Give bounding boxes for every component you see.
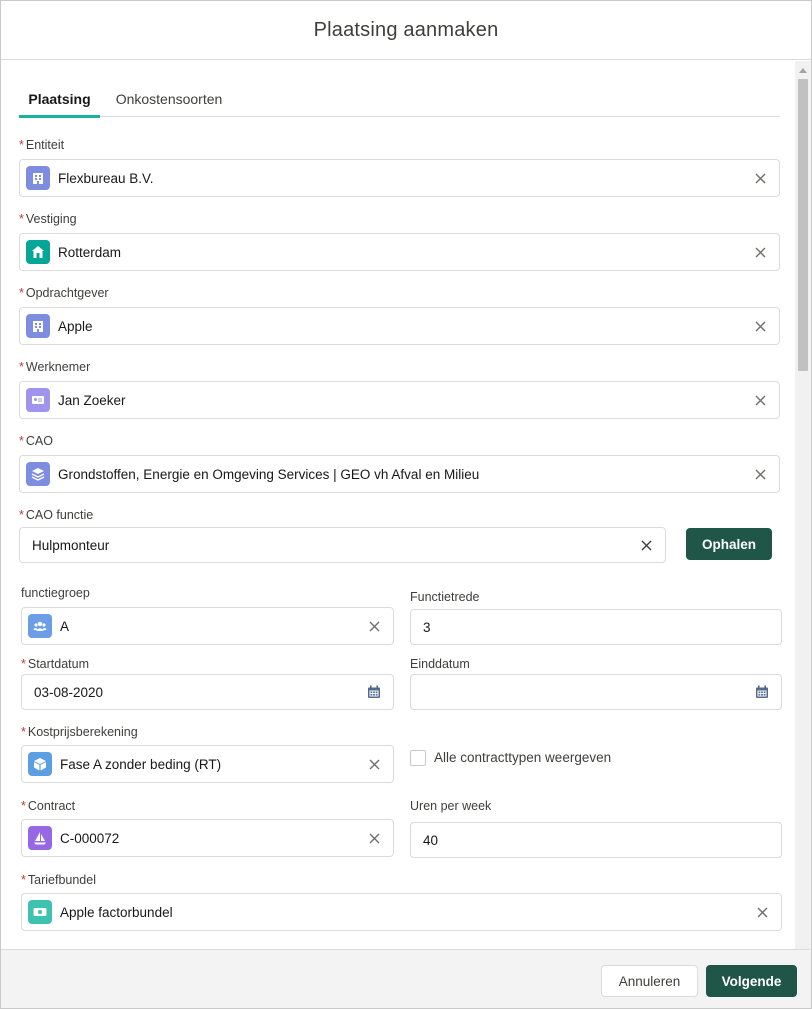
box-icon	[28, 752, 52, 776]
clear-icon[interactable]	[753, 245, 767, 259]
building-icon	[26, 166, 50, 190]
functiegroep-value: A	[60, 618, 70, 634]
modal-header: Plaatsing aanmaken	[1, 1, 811, 60]
modal-footer: Annuleren Volgende	[1, 949, 811, 1008]
home-icon	[26, 240, 50, 264]
uren-per-week-input[interactable]: 40	[410, 822, 782, 858]
vestiging-value: Rotterdam	[58, 244, 122, 260]
tab-plaatsing[interactable]: Plaatsing	[19, 81, 100, 118]
clear-icon[interactable]	[753, 467, 767, 481]
cao-functie-input[interactable]: Hulpmonteur	[19, 527, 666, 563]
tab-bar: Plaatsing Onkostensoorten	[19, 81, 780, 118]
calendar-icon[interactable]	[755, 685, 769, 699]
scrollbar[interactable]	[795, 61, 811, 949]
werknemer-lookup[interactable]: Jan Zoeker	[19, 381, 780, 419]
einddatum-input[interactable]	[410, 674, 782, 710]
scrollbar-thumb[interactable]	[798, 79, 808, 371]
annuleren-button[interactable]: Annuleren	[601, 965, 698, 997]
kostprijsberekening-lookup[interactable]: Fase A zonder beding (RT)	[21, 745, 394, 783]
entiteit-label: * Entiteit	[19, 138, 65, 152]
clear-icon[interactable]	[639, 538, 653, 552]
cao-value: Grondstoffen, Energie en Omgeving Servic…	[58, 466, 480, 482]
clear-icon[interactable]	[753, 319, 767, 333]
ophalen-button[interactable]: Ophalen	[686, 528, 772, 560]
clear-icon[interactable]	[755, 905, 769, 919]
required-marker: *	[19, 138, 24, 152]
modal: Plaatsing aanmaken Plaatsing Onkostensoo…	[0, 0, 812, 1009]
kostprijsberekening-label: * Kostprijsberekening	[21, 725, 138, 739]
building-icon	[26, 314, 50, 338]
contact-card-icon	[26, 388, 50, 412]
alle-contracttypen-label: Alle contracttypen weergeven	[434, 750, 612, 765]
money-icon	[28, 900, 52, 924]
sailboat-icon	[28, 826, 52, 850]
functiegroep-lookup[interactable]: A	[21, 607, 394, 645]
startdatum-label: * Startdatum	[21, 657, 90, 671]
entiteit-value: Flexbureau B.V.	[58, 170, 154, 186]
clear-icon[interactable]	[753, 171, 767, 185]
vestiging-lookup[interactable]: Rotterdam	[19, 233, 780, 271]
cao-functie-label: * CAO functie	[19, 508, 94, 522]
contract-label: * Contract	[21, 799, 76, 813]
required-marker: *	[19, 212, 24, 226]
required-marker: *	[21, 657, 26, 671]
volgende-button[interactable]: Volgende	[706, 965, 797, 997]
scroll-up-icon[interactable]	[799, 68, 807, 73]
required-marker: *	[21, 725, 26, 739]
required-marker: *	[21, 873, 26, 887]
tariefbundel-lookup[interactable]: Apple factorbundel	[21, 893, 782, 931]
required-marker: *	[21, 799, 26, 813]
required-marker: *	[19, 286, 24, 300]
required-marker: *	[19, 508, 24, 522]
contract-value: C-000072	[60, 830, 120, 846]
functietrede-value: 3	[423, 619, 431, 635]
layers-icon	[26, 462, 50, 486]
werknemer-value: Jan Zoeker	[58, 392, 126, 408]
required-marker: *	[19, 360, 24, 374]
required-marker: *	[19, 434, 24, 448]
modal-body: Plaatsing Onkostensoorten * Entiteit Flex…	[1, 61, 811, 949]
uren-per-week-value: 40	[423, 832, 439, 848]
group-icon	[28, 614, 52, 638]
clear-icon[interactable]	[367, 619, 381, 633]
vestiging-label: * Vestiging	[19, 212, 77, 226]
opdrachtgever-value: Apple	[58, 318, 93, 334]
entiteit-lookup[interactable]: Flexbureau B.V.	[19, 159, 780, 197]
kostprijsberekening-value: Fase A zonder beding (RT)	[60, 756, 222, 772]
cao-label: * CAO	[19, 434, 53, 448]
clear-icon[interactable]	[367, 831, 381, 845]
opdrachtgever-lookup[interactable]: Apple	[19, 307, 780, 345]
tab-onkostensoorten[interactable]: Onkostensoorten	[109, 81, 229, 117]
contract-lookup[interactable]: C-000072	[21, 819, 394, 857]
cao-functie-value: Hulpmonteur	[32, 537, 110, 553]
cao-lookup[interactable]: Grondstoffen, Energie en Omgeving Servic…	[19, 455, 780, 493]
calendar-icon[interactable]	[367, 685, 381, 699]
clear-icon[interactable]	[753, 393, 767, 407]
modal-title: Plaatsing aanmaken	[313, 18, 499, 41]
tariefbundel-value: Apple factorbundel	[60, 904, 173, 920]
opdrachtgever-label: * Opdrachtgever	[19, 286, 109, 300]
einddatum-label: Einddatum	[410, 657, 470, 671]
functiegroep-label: functiegroep	[21, 586, 90, 600]
alle-contracttypen-checkbox[interactable]	[410, 750, 426, 766]
startdatum-input[interactable]: 03-08-2020	[21, 674, 394, 710]
werknemer-label: * Werknemer	[19, 360, 91, 374]
clear-icon[interactable]	[367, 757, 381, 771]
functietrede-label: Functietrede	[410, 590, 480, 604]
startdatum-value: 03-08-2020	[34, 684, 104, 700]
uren-per-week-label: Uren per week	[410, 799, 492, 813]
functietrede-input[interactable]: 3	[410, 609, 782, 645]
tariefbundel-label: * Tariefbundel	[21, 873, 96, 887]
